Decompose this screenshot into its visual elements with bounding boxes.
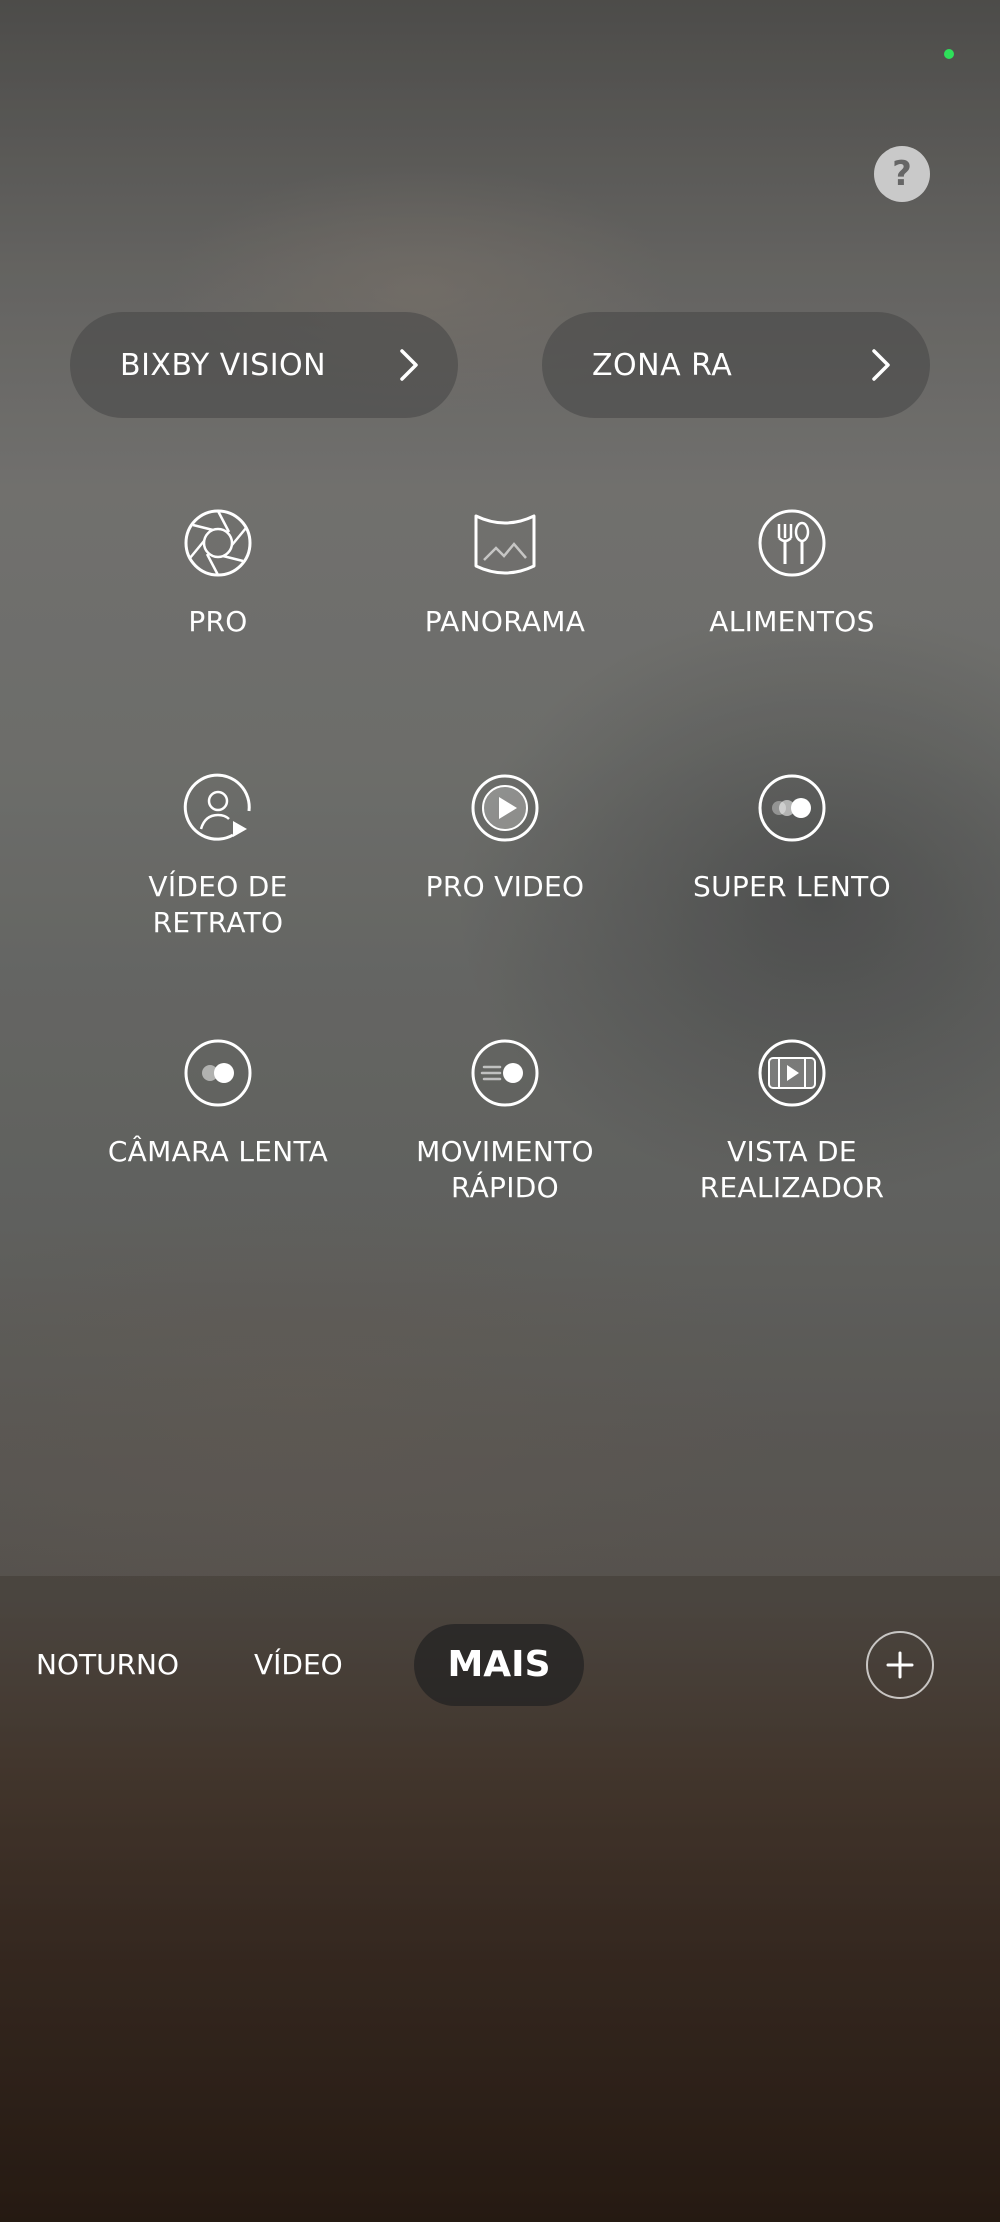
add-mode-button[interactable] (866, 1631, 934, 1699)
bixby-vision-button[interactable]: BIXBY VISION (70, 312, 458, 418)
chevron-right-icon (872, 349, 890, 381)
mode-panorama[interactable]: PANORAMA (365, 508, 645, 640)
mode-video-retrato-label: VÍDEO DE RETRATO (148, 870, 288, 939)
panorama-icon (474, 514, 536, 575)
mode-vista-realizador-label: VISTA DE REALIZADOR (699, 1135, 885, 1204)
mode-camara-lenta[interactable]: CÂMARA LENTA (78, 1038, 358, 1170)
mode-pro[interactable]: PRO (78, 508, 358, 640)
mode-movimento-rapido-label: MOVIMENTO RÁPIDO (416, 1135, 594, 1204)
tab-noturno[interactable]: NOTURNO (36, 1640, 179, 1690)
portrait-video-icon (183, 773, 251, 841)
mode-super-lento[interactable]: SUPER LENTO (652, 773, 932, 905)
bixby-vision-label: BIXBY VISION (120, 347, 327, 383)
tab-video[interactable]: VÍDEO (254, 1640, 343, 1690)
mode-panorama-label: PANORAMA (424, 605, 586, 638)
mode-pro-video[interactable]: PRO VIDEO (365, 773, 645, 905)
help-button[interactable]: ? (874, 146, 930, 202)
super-slow-icon (758, 774, 826, 842)
mode-pro-label: PRO (188, 605, 248, 638)
plus-icon (886, 1651, 914, 1679)
tab-mais[interactable]: MAIS (414, 1624, 584, 1706)
camera-active-indicator (944, 49, 954, 59)
chevron-right-icon (400, 349, 418, 381)
zona-ra-button[interactable]: ZONA RA (542, 312, 930, 418)
hyperlapse-icon (471, 1039, 539, 1107)
fork-spoon-icon (758, 509, 826, 577)
mode-alimentos-label: ALIMENTOS (709, 605, 875, 638)
mode-camara-lenta-label: CÂMARA LENTA (107, 1135, 329, 1168)
mode-alimentos[interactable]: ALIMENTOS (652, 508, 932, 640)
pro-video-icon (471, 774, 539, 842)
mode-pro-video-label: PRO VIDEO (425, 870, 585, 903)
mode-video-retrato[interactable]: VÍDEO DE RETRATO (78, 773, 358, 941)
mode-super-lento-label: SUPER LENTO (693, 870, 891, 903)
slow-motion-icon (184, 1039, 252, 1107)
directors-view-icon (758, 1039, 826, 1107)
mode-vista-realizador[interactable]: VISTA DE REALIZADOR (652, 1038, 932, 1206)
question-mark-icon: ? (892, 154, 912, 194)
zona-ra-label: ZONA RA (592, 347, 733, 383)
mode-movimento-rapido[interactable]: MOVIMENTO RÁPIDO (365, 1038, 645, 1206)
aperture-icon (184, 509, 252, 577)
